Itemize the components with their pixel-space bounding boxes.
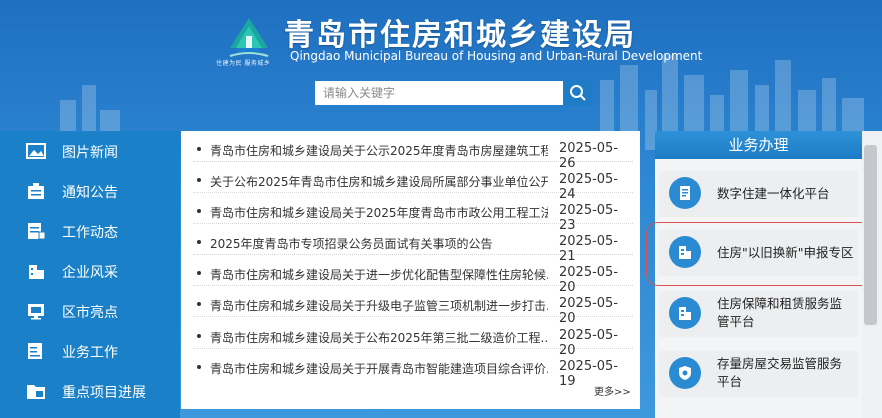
news-title[interactable]: 青岛市住房和城乡建设局关于公布2025年第三批二级造价工程..	[210, 329, 548, 346]
rental-icon	[669, 297, 701, 329]
news-item[interactable]: 青岛市住房和城乡建设局关于升级电子监管三项机制进一步打击.. 2025-05-2…	[193, 292, 633, 326]
nav-item-label: 区市亮点	[62, 305, 118, 321]
business-item-label: 存量房屋交易监管服务	[717, 356, 843, 371]
news-date: 2025-05-20	[559, 296, 619, 326]
logo-slogan: 住建为民 服务城乡	[216, 60, 271, 67]
bullet-icon	[197, 334, 201, 338]
nav-item-label: 重点项目进展	[62, 385, 146, 401]
shield-icon	[669, 357, 701, 389]
news-title[interactable]: 青岛市住房和城乡建设局关于开展青岛市智能建造项目综合评价..	[210, 360, 548, 377]
news-item[interactable]: 2025年度青岛市专项招录公务员面试有关事项的公告 2025-05-21	[193, 230, 633, 264]
bullet-icon	[197, 302, 201, 306]
image-icon	[26, 143, 46, 159]
nav-item-label: 工作动态	[62, 225, 118, 241]
bureau-logo	[229, 18, 269, 57]
news-item[interactable]: 青岛市住房和城乡建设局关于公示2025年度青岛市房屋建筑工程.. 2025-05…	[193, 137, 633, 171]
more-link[interactable]: 更多>>	[594, 383, 631, 398]
district-icon	[28, 304, 44, 320]
news-title[interactable]: 青岛市住房和城乡建设局关于升级电子监管三项机制进一步打击..	[210, 297, 548, 314]
site-subtitle: Qingdao Municipal Bureau of Housing and …	[290, 49, 703, 63]
briefcase-icon	[28, 343, 42, 359]
nav-item-business-work[interactable]: 业务工作	[0, 331, 180, 371]
news-date: 2025-05-24	[559, 172, 619, 202]
search-input[interactable]	[315, 81, 563, 105]
news-title[interactable]: 青岛市住房和城乡建设局关于公示2025年度青岛市房屋建筑工程..	[210, 142, 548, 159]
nav-item-photo-news[interactable]: 图片新闻	[0, 131, 180, 171]
bullet-icon	[197, 271, 201, 275]
site-title: 青岛市住房和城乡建设局	[284, 18, 636, 53]
news-date: 2025-05-23	[559, 203, 619, 233]
business-item-label: 数字住建一体化平台	[717, 186, 830, 201]
nav-item-work-updates[interactable]: 工作动态	[0, 211, 180, 251]
nav-item-label: 企业风采	[62, 265, 118, 281]
news-title[interactable]: 2025年度青岛市专项招录公务员面试有关事项的公告	[210, 235, 548, 252]
business-item-transaction-supervision[interactable]: 存量房屋交易监管服务 平台	[659, 351, 858, 397]
business-item-label-line2: 管平台	[717, 314, 755, 329]
business-item-rental-service[interactable]: 住房保障和租赁服务监 管平台	[659, 291, 858, 337]
left-nav: 图片新闻 通知公告 工作动态 企业风采 区市亮点 业务工作 重点项目进展	[0, 131, 180, 418]
nav-item-enterprise[interactable]: 企业风采	[0, 251, 180, 291]
business-item-label: 住房保障和租赁服务监	[717, 296, 843, 311]
nav-item-label: 通知公告	[62, 185, 118, 201]
news-item[interactable]: 青岛市住房和城乡建设局关于2025年度青岛市市政公用工程工法.. 2025-05…	[193, 199, 633, 233]
news-title[interactable]: 关于公布2025年青岛市住房和城乡建设局所属部分事业单位公开..	[210, 173, 548, 190]
business-panel-title: 业务办理	[655, 131, 862, 159]
news-item[interactable]: 青岛市住房和城乡建设局关于进一步优化配售型保障性住房轮候.. 2025-05-2…	[193, 261, 633, 295]
business-item-digital-platform[interactable]: 数字住建一体化平台	[659, 171, 858, 217]
news-list: 青岛市住房和城乡建设局关于公示2025年度青岛市房屋建筑工程.. 2025-05…	[181, 131, 640, 409]
news-item[interactable]: 关于公布2025年青岛市住房和城乡建设局所属部分事业单位公开.. 2025-05…	[193, 168, 633, 202]
news-date: 2025-05-26	[559, 141, 619, 171]
news-item[interactable]: 青岛市住房和城乡建设局关于公布2025年第三批二级造价工程.. 2025-05-…	[193, 324, 633, 358]
document-icon	[28, 223, 46, 240]
nav-item-district-highlights[interactable]: 区市亮点	[0, 291, 180, 331]
building-icon	[29, 265, 44, 279]
folder-icon	[27, 385, 45, 399]
bullet-icon	[197, 240, 201, 244]
news-date: 2025-05-21	[559, 234, 619, 264]
news-date: 2025-05-20	[559, 265, 619, 295]
notice-icon	[28, 183, 44, 199]
news-title[interactable]: 青岛市住房和城乡建设局关于2025年度青岛市市政公用工程工法..	[210, 204, 548, 221]
business-item-label-line2: 平台	[717, 374, 743, 389]
bullet-icon	[197, 365, 201, 369]
bullet-icon	[197, 147, 201, 151]
news-date: 2025-05-20	[559, 328, 619, 358]
search-icon	[570, 85, 586, 101]
nav-item-notices[interactable]: 通知公告	[0, 171, 180, 211]
news-item[interactable]: 青岛市住房和城乡建设局关于开展青岛市智能建造项目综合评价.. 2025-05-1…	[193, 355, 633, 389]
search-button[interactable]	[564, 80, 592, 106]
bullet-icon	[197, 209, 201, 213]
scrollbar-thumb[interactable]	[864, 145, 877, 325]
nav-item-label: 业务工作	[62, 345, 118, 361]
nav-item-key-projects[interactable]: 重点项目进展	[0, 371, 180, 411]
platform-icon	[669, 177, 701, 209]
news-title[interactable]: 青岛市住房和城乡建设局关于进一步优化配售型保障性住房轮候..	[210, 266, 548, 283]
nav-item-label: 图片新闻	[62, 145, 118, 161]
highlight-outline	[646, 222, 875, 286]
bullet-icon	[197, 178, 201, 182]
